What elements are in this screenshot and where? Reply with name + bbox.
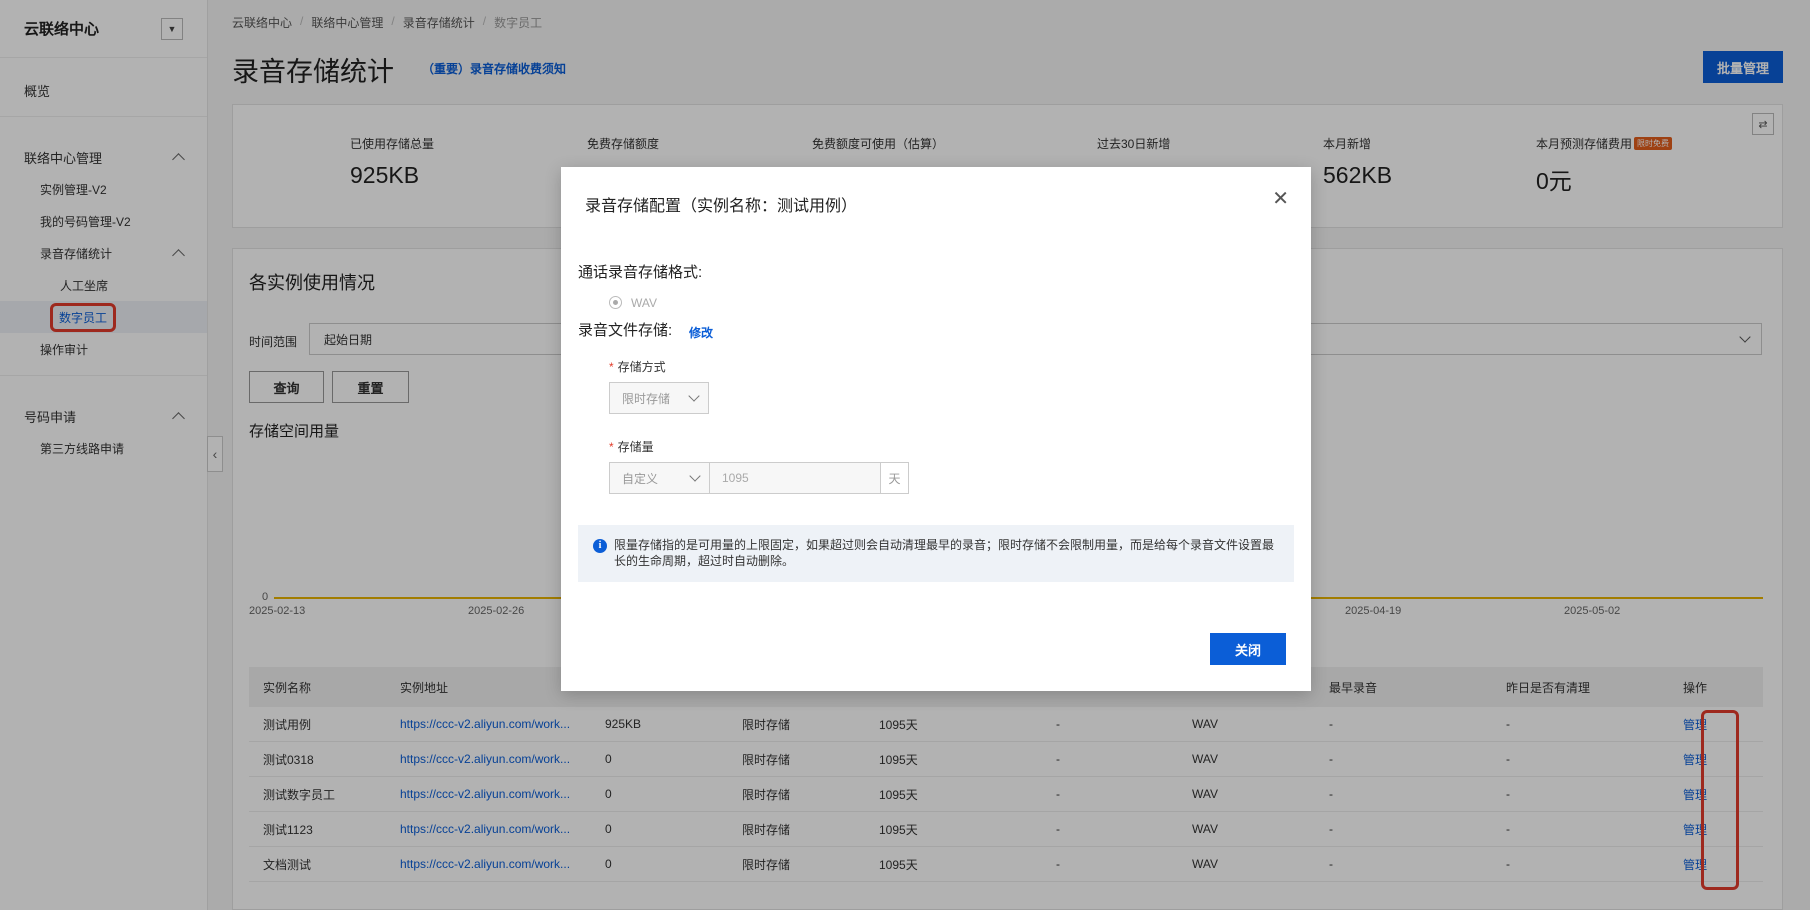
radio-dot — [613, 300, 618, 305]
info-box: i 限量存储指的是可用量的上限固定，如果超过则会自动清理最早的录音；限时存储不会… — [578, 525, 1294, 582]
file-storage-label: 录音文件存储: — [578, 322, 673, 339]
storage-amount-type-value: 自定义 — [622, 471, 659, 486]
chevron-down-icon — [689, 470, 701, 482]
format-label: 通话录音存储格式: — [578, 264, 703, 281]
storage-days-input[interactable]: 1095 — [709, 462, 881, 494]
storage-mode-label-text: 存储方式 — [617, 360, 666, 374]
storage-amount-label: * 存储量 — [609, 438, 654, 455]
storage-amount-type-select[interactable]: 自定义 — [609, 462, 710, 494]
required-mark: * — [609, 360, 614, 374]
wav-radio-label: WAV — [631, 296, 657, 310]
storage-days-value: 1095 — [722, 471, 749, 485]
info-icon: i — [593, 539, 607, 553]
required-mark: * — [609, 440, 614, 454]
modify-link[interactable]: 修改 — [689, 324, 713, 341]
close-icon[interactable]: ✕ — [1272, 189, 1289, 209]
dialog-title: 录音存储配置（实例名称：测试用例） — [585, 198, 858, 215]
storage-amount-label-text: 存储量 — [617, 440, 654, 454]
info-text: 限量存储指的是可用量的上限固定，如果超过则会自动清理最早的录音；限时存储不会限制… — [614, 538, 1275, 568]
storage-unit: 天 — [880, 462, 909, 494]
storage-mode-select[interactable]: 限时存储 — [609, 382, 709, 414]
storage-mode-value: 限时存储 — [622, 391, 671, 406]
close-button[interactable]: 关闭 — [1210, 633, 1286, 665]
chevron-down-icon — [688, 390, 700, 402]
recording-storage-dialog: 录音存储配置（实例名称：测试用例） ✕ 通话录音存储格式: WAV 录音文件存储… — [561, 167, 1311, 691]
wav-radio[interactable] — [609, 296, 622, 309]
storage-mode-label: * 存储方式 — [609, 358, 666, 375]
